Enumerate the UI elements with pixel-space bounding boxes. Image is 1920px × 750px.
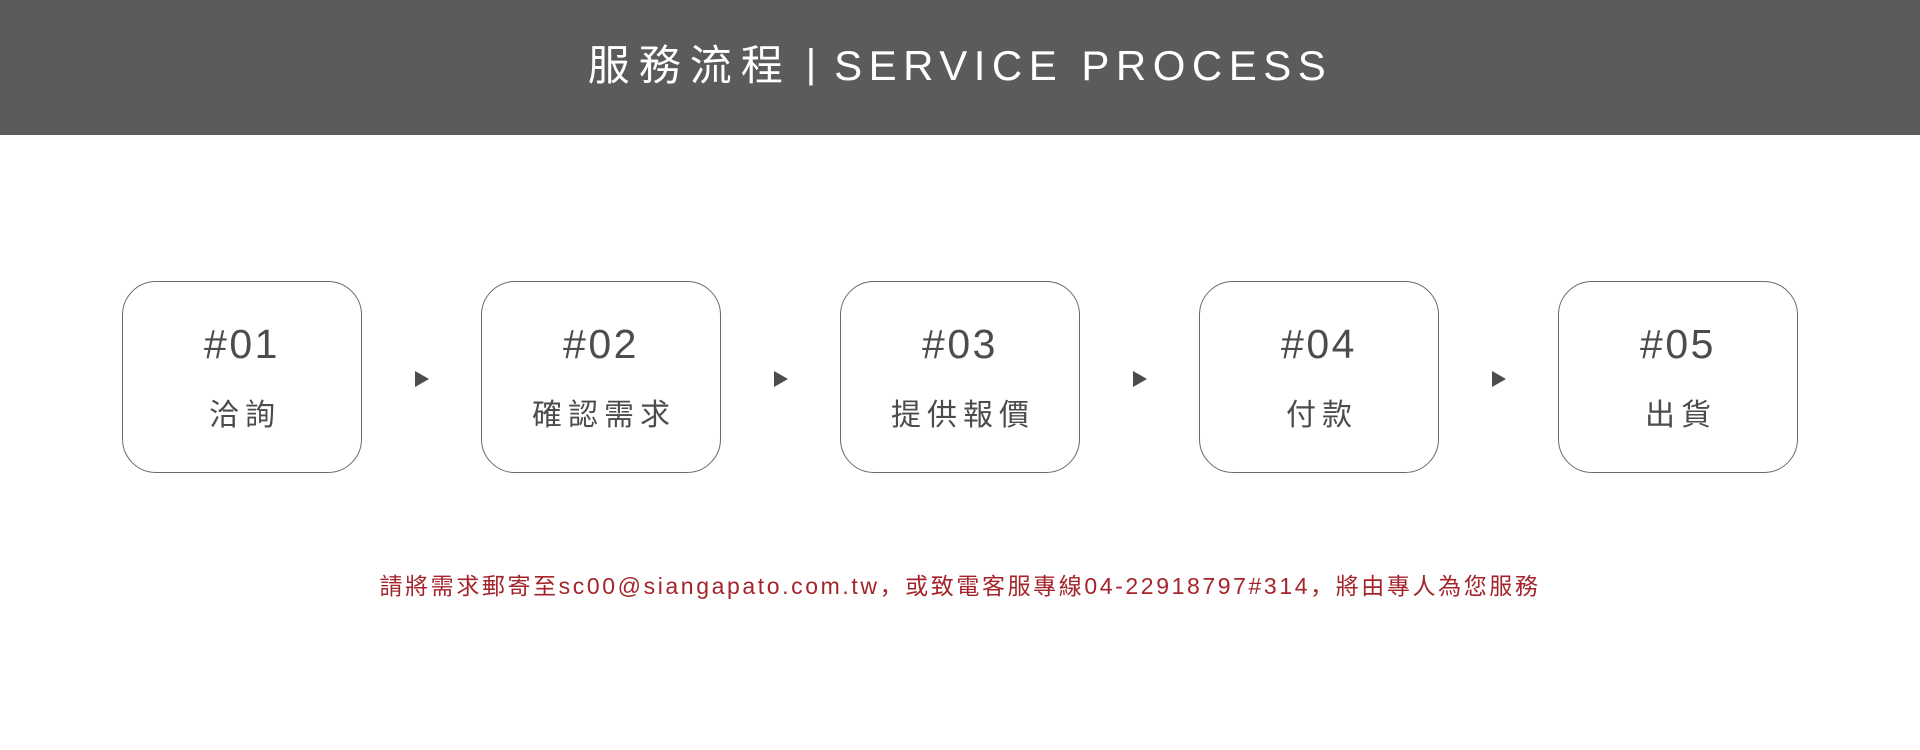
page-header-bar: 服務流程 | SERVICE PROCESS [0,0,1920,135]
step-number: #05 [1640,320,1716,367]
service-process-page: 服務流程 | SERVICE PROCESS #01 洽詢 #02 確認需求 #… [0,0,1920,750]
step-number: #01 [204,320,280,367]
process-step-02: #02 確認需求 [481,281,721,473]
process-step-05: #05 出貨 [1558,281,1798,473]
step-label: 出貨 [1645,398,1717,432]
arrow-right-icon-4 [1439,369,1558,389]
process-step-03: #03 提供報價 [840,281,1080,473]
step-label: 洽詢 [209,398,281,432]
step-label: 付款 [1286,398,1358,432]
page-title-chinese: 服務流程 [587,41,792,89]
process-step-01: #01 洽詢 [122,281,362,473]
page-title-separator: | [805,41,817,86]
step-number: #03 [922,320,998,367]
arrow-right-icon-3 [1080,369,1199,389]
contact-note: 請將需求郵寄至sc00@siangapato.com.tw，或致電客服專線04-… [379,573,1541,599]
page-title: 服務流程 | SERVICE PROCESS [587,41,1333,89]
step-label: 提供報價 [891,398,1035,432]
step-label: 確認需求 [532,398,676,432]
step-number: #02 [563,320,639,367]
arrow-right-icon-1 [362,369,481,389]
page-title-english: SERVICE PROCESS [834,41,1333,89]
arrow-right-icon-2 [721,369,840,389]
process-step-04: #04 付款 [1199,281,1439,473]
step-number: #04 [1281,320,1357,367]
process-steps-row: #01 洽詢 #02 確認需求 #03 提供報價 #04 付款 #05 出貨 [0,281,1920,473]
